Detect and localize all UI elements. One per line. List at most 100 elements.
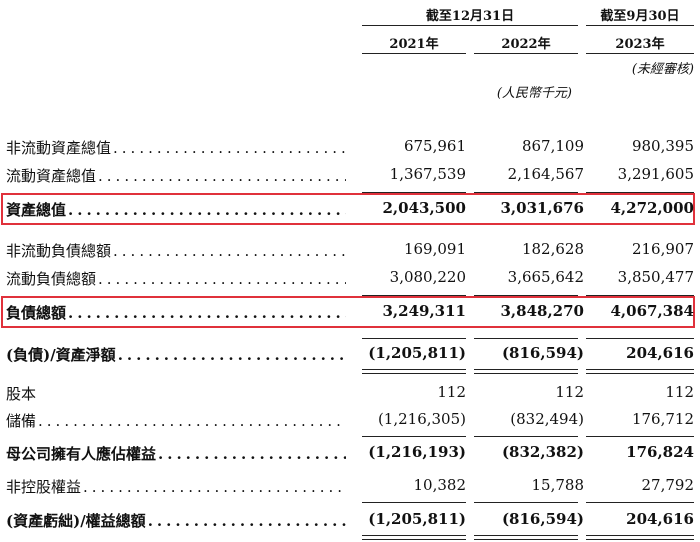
total-rule-2023 <box>586 338 694 339</box>
row-label: 儲備 <box>6 412 39 430</box>
total-rule-2022 <box>474 338 578 339</box>
header-rule-sep30 <box>586 25 694 26</box>
value-2022: 3,031,676 <box>500 199 584 217</box>
header-rule-2023 <box>586 53 694 54</box>
subtotal-rule-2021 <box>362 192 466 193</box>
row-non-controlling: 非控股權益...................................… <box>6 476 696 498</box>
value-2023: 176,824 <box>626 443 694 461</box>
double-rule-2023 <box>586 535 694 540</box>
value-2021: 169,091 <box>403 240 466 258</box>
row-label: 母公司擁有人應佔權益 <box>6 445 159 463</box>
subtotal-rule-2023 <box>586 436 694 437</box>
value-2023: 204,616 <box>626 344 694 362</box>
value-2023: 980,395 <box>631 137 694 155</box>
value-2022: 112 <box>555 383 584 401</box>
double-rule-2022 <box>474 535 578 540</box>
subtotal-rule-2021 <box>362 502 466 503</box>
value-2021: 2,043,500 <box>382 199 466 217</box>
value-2023: 27,792 <box>641 476 695 494</box>
value-2022: (832,494) <box>510 410 584 428</box>
value-2022: (816,594) <box>501 344 584 362</box>
value-2021: 675,961 <box>403 137 466 155</box>
value-2022: 3,848,270 <box>500 302 584 320</box>
leader-dots: ................................... <box>83 478 346 496</box>
row-net-assets: (負債)/資產淨額...............................… <box>6 344 696 366</box>
value-2022: 182,628 <box>521 240 584 258</box>
row-label: 資產總值 <box>6 201 69 219</box>
value-2022: 2,164,567 <box>507 165 584 183</box>
row-non-current-assets: 非流動資產總值.................................… <box>6 137 696 159</box>
value-2021: (1,205,811) <box>368 344 466 362</box>
value-2023: 112 <box>665 383 694 401</box>
value-2023: 3,291,605 <box>617 165 694 183</box>
unaudited-note: (未經審核) <box>631 62 694 77</box>
value-2021: 112 <box>437 383 466 401</box>
leader-dots: ................................... <box>113 139 346 157</box>
leader-dots: ................................... <box>98 270 346 288</box>
header-year-2022: 2022年 <box>501 37 551 52</box>
leader-dots: ................................... <box>98 167 346 185</box>
row-label: 非控股權益 <box>6 478 84 496</box>
row-label: 流動負債總額 <box>6 270 99 288</box>
value-2021: 3,249,311 <box>382 302 466 320</box>
row-label: 流動資產總值 <box>6 167 99 185</box>
subtotal-rule-2023 <box>586 502 694 503</box>
leader-dots: ................................... <box>68 201 346 219</box>
row-label: (負債)/資產淨額 <box>6 346 118 364</box>
header-rule-2021 <box>362 53 466 54</box>
value-2022: 867,109 <box>521 137 584 155</box>
double-rule-2023 <box>586 369 694 374</box>
row-share-capital: 股本 112 112 112 <box>6 383 696 405</box>
total-rule-2021 <box>362 338 466 339</box>
header-rule-2022 <box>474 53 578 54</box>
leader-dots: ................................... <box>38 412 345 430</box>
value-2021: 1,367,539 <box>389 165 466 183</box>
double-rule-2021 <box>362 369 466 374</box>
value-2023: 204,616 <box>626 510 694 528</box>
subtotal-rule-2022 <box>474 295 578 296</box>
header-year-2021: 2021年 <box>389 37 439 52</box>
leader-dots: ................................... <box>113 242 346 260</box>
subtotal-rule-2021 <box>362 436 466 437</box>
row-label: (資產虧絀)/權益總額 <box>6 512 148 530</box>
subtotal-rule-2022 <box>474 192 578 193</box>
leader-dots: ................................... <box>68 304 346 322</box>
leader-dots: ................................... <box>117 346 346 364</box>
value-2021: (1,205,811) <box>368 510 466 528</box>
subtotal-rule-2023 <box>586 295 694 296</box>
subtotal-rule-2023 <box>586 192 694 193</box>
double-rule-2022 <box>474 369 578 374</box>
header-period-dec31: 截至12月31日 <box>425 9 515 24</box>
currency-unit: (人民幣千元) <box>496 86 572 101</box>
leader-dots: ................................... <box>158 445 346 463</box>
row-label: 非流動負債總額 <box>6 242 114 260</box>
value-2022: (816,594) <box>501 510 584 528</box>
value-2022: (832,382) <box>501 443 584 461</box>
header-rule-dec31 <box>362 25 578 26</box>
value-2022: 15,788 <box>531 476 585 494</box>
row-non-current-liabilities: 非流動負債總額.................................… <box>6 240 696 262</box>
header-year-2023: 2023年 <box>615 37 665 52</box>
value-2022: 3,665,642 <box>507 268 584 286</box>
value-2023: 3,850,477 <box>617 268 694 286</box>
double-rule-2021 <box>362 535 466 540</box>
subtotal-rule-2021 <box>362 295 466 296</box>
row-total-liabilities: 負債總額................................... … <box>6 302 696 324</box>
row-label: 股本 <box>6 385 39 403</box>
leader-dots: ................................... <box>147 512 346 530</box>
row-current-liabilities: 流動負債總額..................................… <box>6 268 696 290</box>
subtotal-rule-2022 <box>474 436 578 437</box>
row-label: 負債總額 <box>6 304 69 322</box>
value-2021: (1,216,305) <box>377 410 466 428</box>
row-reserves: 儲備................................... (1… <box>6 410 696 432</box>
row-current-assets: 流動資產總值..................................… <box>6 165 696 187</box>
row-equity-attributable: 母公司擁有人應佔權益..............................… <box>6 443 696 465</box>
value-2023: 176,712 <box>631 410 694 428</box>
value-2021: (1,216,193) <box>368 443 466 461</box>
subtotal-rule-2022 <box>474 502 578 503</box>
value-2023: 216,907 <box>631 240 694 258</box>
row-label: 非流動資產總值 <box>6 139 114 157</box>
row-total-equity: (資產虧絀)/權益總額.............................… <box>6 510 696 532</box>
value-2021: 3,080,220 <box>389 268 466 286</box>
value-2023: 4,272,000 <box>610 199 694 217</box>
